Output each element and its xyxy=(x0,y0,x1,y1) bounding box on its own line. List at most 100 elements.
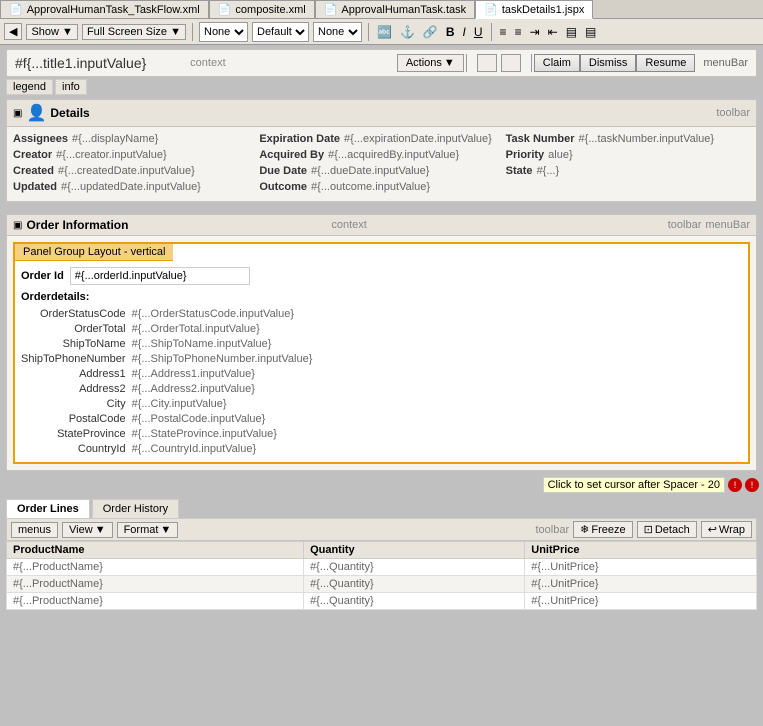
format-button[interactable]: Format ▼ xyxy=(117,522,179,538)
legend-tab[interactable]: legend xyxy=(6,79,53,95)
bold-icon[interactable]: B xyxy=(444,24,457,40)
expiration-value: #{...expirationDate.inputValue} xyxy=(344,133,492,145)
table-toolbar-right: toolbar ❄ Freeze ⊡ Detach ↩ Wrap xyxy=(536,521,753,538)
field-label-orderstatuscode: OrderStatusCode xyxy=(21,307,126,321)
italic-icon[interactable]: I xyxy=(461,24,468,40)
outcome-row: Outcome #{...outcome.inputValue} xyxy=(259,181,503,193)
creator-value: #{...creator.inputValue} xyxy=(56,149,167,161)
assignees-label: Assignees xyxy=(13,133,68,145)
details-title: Details xyxy=(50,106,716,120)
toolbar-sep3 xyxy=(491,23,492,41)
state-label: State xyxy=(506,165,533,177)
claim-button[interactable]: Claim xyxy=(534,54,580,72)
field-label-city: City xyxy=(21,397,126,411)
layout-btn2[interactable] xyxy=(501,54,521,72)
field-value-ordertotal: #{...OrderTotal.inputValue} xyxy=(132,322,742,336)
dropdown-none1[interactable]: None xyxy=(199,22,248,42)
show-button[interactable]: Show ▼ xyxy=(26,24,77,40)
order-id-row: Order Id xyxy=(21,267,742,285)
order-collapse-btn[interactable]: ▣ xyxy=(13,220,22,231)
spacer-indicator: Click to set cursor after Spacer - 20 ! … xyxy=(0,475,763,495)
acquired-label: Acquired By xyxy=(259,149,324,161)
order-details-label: Orderdetails: xyxy=(21,291,742,303)
table-cell: #{...ProductName} xyxy=(7,593,304,610)
field-label-address2: Address2 xyxy=(21,382,126,396)
tab-taskflow[interactable]: 📄 ApprovalHumanTask_TaskFlow.xml xyxy=(0,0,209,18)
order-toolbar-label: toolbar xyxy=(668,219,702,231)
dropdown-default[interactable]: Default xyxy=(252,22,309,42)
screen-size-button[interactable]: Full Screen Size ▼ xyxy=(82,24,186,40)
abc-icon[interactable]: 🔤 xyxy=(375,24,394,40)
spacer-text[interactable]: Click to set cursor after Spacer - 20 xyxy=(543,477,725,493)
context-label: context xyxy=(190,57,225,69)
indent2-icon[interactable]: ⇤ xyxy=(546,24,560,40)
spacer-warn-icon2: ! xyxy=(745,478,759,492)
menus-button[interactable]: menus xyxy=(11,522,58,538)
created-label: Created xyxy=(13,165,54,177)
field-value-address1: #{...Address1.inputValue} xyxy=(132,367,742,381)
col-unitprice: UnitPrice xyxy=(525,542,757,559)
data-table: ProductName Quantity UnitPrice #{...Prod… xyxy=(6,541,757,610)
field-label-shiptophonenumber: ShipToPhoneNumber xyxy=(21,352,126,366)
order-lines-tab[interactable]: Order Lines xyxy=(6,499,90,518)
panel-group-label: Panel Group Layout - vertical xyxy=(15,244,748,261)
task-number-value: #{...taskNumber.inputValue} xyxy=(579,133,715,145)
state-row: State #{...} xyxy=(506,165,750,177)
details-collapse-btn[interactable]: ▣ xyxy=(13,108,22,119)
due-value: #{...dueDate.inputValue} xyxy=(311,165,429,177)
tab-taskdetails[interactable]: 📄 taskDetails1.jspx xyxy=(475,0,593,19)
assignees-row: Assignees #{...displayName} xyxy=(13,133,257,145)
task-number-label: Task Number xyxy=(506,133,575,145)
outcome-value: #{...outcome.inputValue} xyxy=(311,181,430,193)
priority-row: Priority alue} xyxy=(506,149,750,161)
legend-tabs: legend info xyxy=(6,79,757,95)
order-tabs-bar: Order Lines Order History xyxy=(6,499,757,519)
tab-composite[interactable]: 📄 composite.xml xyxy=(209,0,315,18)
resume-button[interactable]: Resume xyxy=(636,54,695,72)
tab-taskdetails-label: taskDetails1.jspx xyxy=(502,4,585,16)
align2-icon[interactable]: ▤ xyxy=(583,24,598,40)
order-id-label: Order Id xyxy=(21,270,64,282)
detach-icon: ⊡ xyxy=(644,523,653,536)
align1-icon[interactable]: ▤ xyxy=(564,24,579,40)
details-col1: Assignees #{...displayName} Creator #{..… xyxy=(13,133,257,195)
field-label-address1: Address1 xyxy=(21,367,126,381)
creator-row: Creator #{...creator.inputValue} xyxy=(13,149,257,161)
detach-button[interactable]: ⊡ Detach xyxy=(637,521,697,538)
order-title: Order Information xyxy=(26,218,327,232)
actions-sep2 xyxy=(531,54,532,72)
format-dropdown-icon: ▼ xyxy=(160,524,171,536)
table-row: #{...ProductName}#{...Quantity}#{...Unit… xyxy=(7,576,757,593)
outcome-label: Outcome xyxy=(259,181,307,193)
wrap-button[interactable]: ↩ Wrap xyxy=(701,521,752,538)
view-button[interactable]: View ▼ xyxy=(62,522,113,538)
order-id-input[interactable] xyxy=(70,267,250,285)
tab-approvaltask-icon: 📄 xyxy=(324,3,338,16)
table-cell: #{...ProductName} xyxy=(7,576,304,593)
toolbar-nav-btn[interactable]: ◀ xyxy=(4,23,22,40)
dropdown-none2[interactable]: None xyxy=(313,22,362,42)
col-productname: ProductName xyxy=(7,542,304,559)
anchor-icon[interactable]: ⚓ xyxy=(398,24,417,40)
indent1-icon[interactable]: ⇥ xyxy=(528,24,542,40)
table-row: #{...ProductName}#{...Quantity}#{...Unit… xyxy=(7,593,757,610)
field-value-countryid: #{...CountryId.inputValue} xyxy=(132,442,742,456)
underline-icon[interactable]: U xyxy=(472,24,485,40)
dismiss-button[interactable]: Dismiss xyxy=(580,54,637,72)
info-tab[interactable]: info xyxy=(55,79,87,95)
panel-group: Panel Group Layout - vertical Order Id O… xyxy=(13,242,750,464)
list1-icon[interactable]: ≡ xyxy=(498,24,509,40)
layout-btn1[interactable] xyxy=(477,54,497,72)
expiration-label: Expiration Date xyxy=(259,133,340,145)
list2-icon[interactable]: ≡ xyxy=(513,24,524,40)
creator-label: Creator xyxy=(13,149,52,161)
menubar-label: menuBar xyxy=(703,57,748,69)
freeze-button[interactable]: ❄ Freeze xyxy=(573,521,632,538)
actions-button[interactable]: Actions ▼ xyxy=(397,54,464,72)
order-history-tab[interactable]: Order History xyxy=(92,499,179,518)
tab-approvaltask[interactable]: 📄 ApprovalHumanTask.task xyxy=(315,0,475,18)
link-icon[interactable]: 🔗 xyxy=(421,24,440,40)
details-person-icon: 👤 xyxy=(26,103,46,123)
table-row: #{...ProductName}#{...Quantity}#{...Unit… xyxy=(7,559,757,576)
details-section: ▣ 👤 Details toolbar Assignees #{...displ… xyxy=(6,99,757,202)
